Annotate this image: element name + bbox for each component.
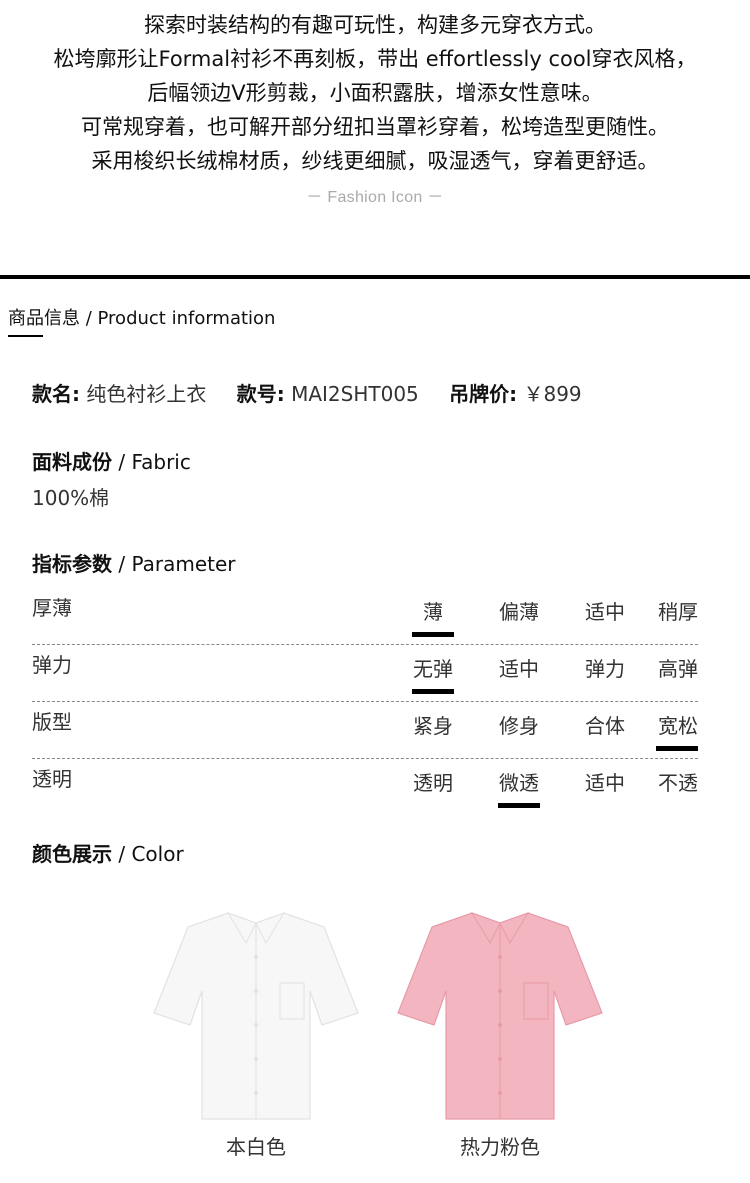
shirt-image (397, 912, 603, 1120)
meta-name: 款名: 纯色衬衫上衣 (32, 378, 206, 407)
intro-line: 松垮廓形让Formal衬衫不再刻板，带出 effortlessly cool穿衣… (53, 47, 697, 71)
color-label: 热力粉色 (460, 1135, 540, 1159)
parameter-option: 弹力 (585, 657, 625, 681)
intro-line: 采用梭织长绒棉材质，纱线更细腻，吸湿透气，穿着更舒适。 (91, 149, 659, 173)
section-tab-underline (8, 335, 43, 337)
parameter-option: 修身 (499, 714, 539, 738)
section-title: 商品信息 / Product information (8, 308, 276, 329)
fabric-value: 100%棉 (32, 486, 110, 510)
parameter-option: 高弹 (658, 657, 698, 681)
parameter-option: 透明 (413, 771, 453, 795)
intro-line: 可常规穿着，也可解开部分纽扣当罩衫穿着，松垮造型更随性。 (81, 115, 669, 139)
fabric-heading: 面料成份 / Fabric (32, 446, 191, 475)
color-label: 本白色 (226, 1135, 286, 1159)
meta-name-label: 款名: (32, 382, 80, 406)
intro-line: 探索时装结构的有趣可玩性，构建多元穿衣方式。 (144, 13, 606, 37)
color-heading-zh: 颜色展示 (32, 842, 112, 866)
intro-line: 后幅领边V形剪裁，小面积露肤，增添女性意味。 (147, 81, 603, 105)
color-swatch[interactable]: 本白色 (146, 895, 366, 1160)
parameter-option: 不透 (658, 771, 698, 795)
parameter-options: 薄 偏薄 适中 稍厚 (390, 596, 698, 625)
parameter-name: 厚薄 (32, 596, 72, 620)
meta-code: 款号: MAI2SHT005 (237, 378, 419, 407)
parameter-option-selected: 无弹 (390, 653, 476, 682)
color-swatch[interactable]: 热力粉色 (390, 895, 610, 1160)
fabric-heading-en: / Fabric (112, 450, 191, 474)
shirt-image (153, 912, 359, 1120)
parameter-option: 偏薄 (499, 600, 539, 624)
meta-code-value: MAI2SHT005 (291, 382, 419, 406)
parameter-option: 适中 (585, 600, 625, 624)
parameter-option: 稍厚 (658, 600, 698, 624)
parameter-options: 透明 微透 适中 不透 (390, 767, 698, 796)
parameter-name: 弹力 (32, 653, 72, 677)
meta-price: 吊牌价: ￥899 (449, 378, 582, 407)
fabric-heading-zh: 面料成份 (32, 450, 112, 474)
color-heading-en: / Color (112, 842, 184, 866)
parameter-option-selected: 薄 (390, 596, 476, 625)
parameter-option: 适中 (585, 771, 625, 795)
parameter-option: 适中 (499, 657, 539, 681)
parameter-row: 弹力 无弹 适中 弹力 高弹 (32, 645, 698, 702)
intro-copy: 探索时装结构的有趣可玩性，构建多元穿衣方式。 松垮廓形让Formal衬衫不再刻板… (0, 8, 750, 178)
parameter-table: 厚薄 薄 偏薄 适中 稍厚 弹力 无弹 适中 弹力 高弹 版型 紧身 修身 合体… (32, 588, 698, 815)
parameter-heading: 指标参数 / Parameter (32, 548, 236, 577)
parameter-name: 透明 (32, 767, 72, 791)
parameter-name: 版型 (32, 710, 72, 734)
meta-price-value: ￥899 (523, 382, 582, 406)
section-divider (0, 275, 750, 279)
parameter-options: 紧身 修身 合体 宽松 (390, 710, 698, 751)
parameter-option-selected: 微透 (476, 767, 562, 796)
parameter-row: 透明 透明 微透 适中 不透 (32, 759, 698, 815)
parameter-option-selected: 宽松 (648, 710, 698, 751)
meta-code-label: 款号: (236, 382, 285, 406)
parameter-option: 合体 (585, 714, 625, 738)
meta-name-value: 纯色衬衫上衣 (86, 382, 207, 406)
parameter-heading-en: / Parameter (112, 552, 236, 576)
parameter-options: 无弹 适中 弹力 高弹 (390, 653, 698, 682)
parameter-row: 版型 紧身 修身 合体 宽松 (32, 702, 698, 759)
parameter-option: 紧身 (413, 714, 453, 738)
tagline: － Fashion Icon － (306, 189, 444, 206)
parameter-heading-zh: 指标参数 (32, 552, 112, 576)
product-meta: 款名: 纯色衬衫上衣 款号: MAI2SHT005 吊牌价: ￥899 (32, 378, 606, 407)
meta-price-label: 吊牌价: (449, 382, 518, 406)
parameter-row: 厚薄 薄 偏薄 适中 稍厚 (32, 588, 698, 645)
color-heading: 颜色展示 / Color (32, 838, 184, 867)
